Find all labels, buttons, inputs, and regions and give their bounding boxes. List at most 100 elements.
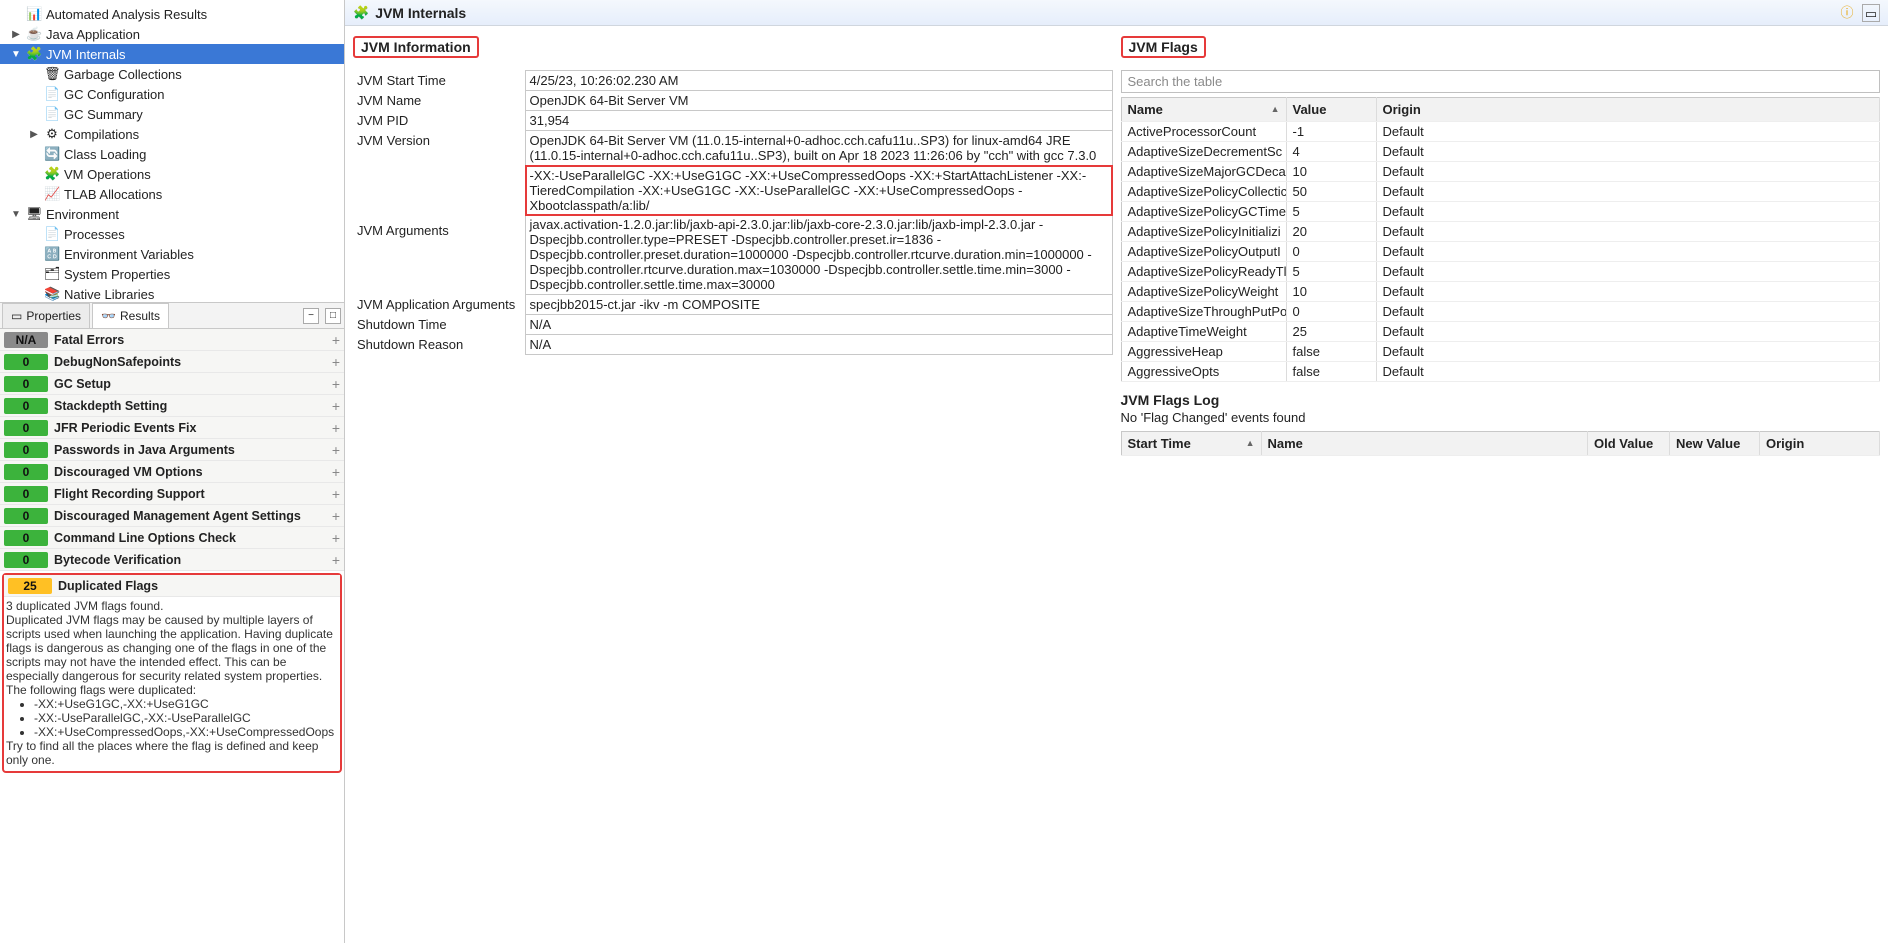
flag-name-cell: AdaptiveSizeThroughPutPo bbox=[1121, 302, 1286, 322]
tab-properties[interactable]: ▭ Properties bbox=[2, 303, 90, 328]
table-row[interactable]: AggressiveOptsfalseDefault bbox=[1121, 362, 1880, 382]
expand-icon[interactable]: + bbox=[332, 420, 340, 436]
tree-node-icon: 🧩 bbox=[44, 166, 60, 182]
flagslog-col-start[interactable]: Start Time▲ bbox=[1121, 432, 1261, 456]
expand-icon[interactable]: + bbox=[332, 332, 340, 348]
expand-icon[interactable]: + bbox=[332, 398, 340, 414]
expand-icon[interactable]: + bbox=[332, 376, 340, 392]
expand-icon[interactable]: + bbox=[332, 464, 340, 480]
result-row[interactable]: 0Stackdepth Setting+ bbox=[0, 395, 344, 417]
table-row[interactable]: AdaptiveSizePolicyCollectic50Default bbox=[1121, 182, 1880, 202]
tree-item[interactable]: ▶⚙Compilations bbox=[0, 124, 344, 144]
result-row[interactable]: 0Flight Recording Support+ bbox=[0, 483, 344, 505]
jvm-app-args-value[interactable]: specjbb2015-ct.jar -ikv -m COMPOSITE bbox=[525, 295, 1112, 315]
table-row[interactable]: AdaptiveSizePolicyWeight10Default bbox=[1121, 282, 1880, 302]
tree-item[interactable]: 🔄Class Loading bbox=[0, 144, 344, 164]
panel-menu-icon[interactable]: ▭ bbox=[1862, 4, 1880, 22]
flags-search-input[interactable] bbox=[1121, 70, 1881, 93]
jvm-start-time-value[interactable]: 4/25/23, 10:26:02.230 AM bbox=[525, 71, 1112, 91]
jvm-arguments-value[interactable]: -XX:-UseParallelGC -XX:+UseG1GC -XX:+Use… bbox=[525, 166, 1112, 295]
jvm-version-value[interactable]: OpenJDK 64-Bit Server VM (11.0.15-intern… bbox=[525, 131, 1112, 166]
flagslog-col-name[interactable]: Name bbox=[1261, 432, 1588, 456]
table-row[interactable]: AdaptiveSizeDecrementSc4Default bbox=[1121, 142, 1880, 162]
twist-icon[interactable]: ▼ bbox=[10, 209, 22, 220]
expand-icon[interactable]: + bbox=[332, 354, 340, 370]
jvm-name-label: JVM Name bbox=[353, 91, 525, 111]
result-row[interactable]: 0Discouraged Management Agent Settings+ bbox=[0, 505, 344, 527]
dup-flag-item: -XX:+UseCompressedOops,-XX:+UseCompresse… bbox=[34, 725, 338, 739]
result-row[interactable]: N/AFatal Errors+ bbox=[0, 329, 344, 351]
flag-origin-cell: Default bbox=[1376, 322, 1880, 342]
result-row[interactable]: 0Command Line Options Check+ bbox=[0, 527, 344, 549]
maximize-view-button[interactable]: □ bbox=[325, 308, 341, 324]
tree-item[interactable]: 📄GC Configuration bbox=[0, 84, 344, 104]
result-label: Stackdepth Setting bbox=[54, 399, 326, 413]
info-icon[interactable]: ⓘ bbox=[1838, 4, 1856, 22]
jvm-start-time-label: JVM Start Time bbox=[353, 71, 525, 91]
jvm-flags-section: JVM Flags Name▲ Value Origin ActiveProce… bbox=[1121, 36, 1881, 933]
result-label: Bytecode Verification bbox=[54, 553, 326, 567]
tree-item[interactable]: ▼🧩JVM Internals bbox=[0, 44, 344, 64]
dup-body: Duplicated JVM flags may be caused by mu… bbox=[6, 613, 338, 697]
table-row[interactable]: AdaptiveSizePolicyReadyTl5Default bbox=[1121, 262, 1880, 282]
table-row[interactable]: AdaptiveSizePolicyGCTime5Default bbox=[1121, 202, 1880, 222]
jvm-pid-value[interactable]: 31,954 bbox=[525, 111, 1112, 131]
expand-icon[interactable]: + bbox=[332, 508, 340, 524]
table-row[interactable]: AdaptiveSizePolicyInitializi20Default bbox=[1121, 222, 1880, 242]
twist-icon[interactable]: ▶ bbox=[10, 29, 22, 40]
result-label: DebugNonSafepoints bbox=[54, 355, 326, 369]
expand-icon[interactable]: + bbox=[332, 486, 340, 502]
result-row[interactable]: 0Bytecode Verification+ bbox=[0, 549, 344, 571]
table-row[interactable]: AdaptiveSizeThroughPutPo0Default bbox=[1121, 302, 1880, 322]
tree-item[interactable]: 📄GC Summary bbox=[0, 104, 344, 124]
tree-item[interactable]: 📚Native Libraries bbox=[0, 284, 344, 303]
result-row[interactable]: 0GC Setup+ bbox=[0, 373, 344, 395]
tree-item[interactable]: 🗂System Properties bbox=[0, 264, 344, 284]
twist-icon[interactable]: ▼ bbox=[10, 49, 22, 60]
tree-item[interactable]: 📊Automated Analysis Results bbox=[0, 4, 344, 24]
result-row[interactable]: 0Passwords in Java Arguments+ bbox=[0, 439, 344, 461]
tree-item[interactable]: 🗑Garbage Collections bbox=[0, 64, 344, 84]
result-label: Flight Recording Support bbox=[54, 487, 326, 501]
tree-item[interactable]: ▶☕Java Application bbox=[0, 24, 344, 44]
flags-col-origin[interactable]: Origin bbox=[1376, 98, 1880, 122]
main-header: 🧩 JVM Internals ⓘ ▭ bbox=[345, 0, 1888, 26]
flag-origin-cell: Default bbox=[1376, 242, 1880, 262]
table-row[interactable]: ActiveProcessorCount-1Default bbox=[1121, 122, 1880, 142]
flags-col-value[interactable]: Value bbox=[1286, 98, 1376, 122]
result-row[interactable]: 0JFR Periodic Events Fix+ bbox=[0, 417, 344, 439]
tab-results[interactable]: 👓 Results bbox=[92, 303, 169, 328]
flagslog-col-origin[interactable]: Origin bbox=[1760, 432, 1880, 456]
result-badge: 0 bbox=[4, 464, 48, 480]
properties-icon: ▭ bbox=[11, 309, 22, 323]
result-label: Fatal Errors bbox=[54, 333, 326, 347]
flag-name-cell: AdaptiveSizeMajorGCDeca bbox=[1121, 162, 1286, 182]
tree-item[interactable]: 🧩VM Operations bbox=[0, 164, 344, 184]
tree-item[interactable]: ▼🖥Environment bbox=[0, 204, 344, 224]
expand-icon[interactable]: + bbox=[332, 442, 340, 458]
result-row[interactable]: 0Discouraged VM Options+ bbox=[0, 461, 344, 483]
shutdown-time-value[interactable]: N/A bbox=[525, 315, 1112, 335]
tree-item[interactable]: 📄Processes bbox=[0, 224, 344, 244]
result-row[interactable]: 0DebugNonSafepoints+ bbox=[0, 351, 344, 373]
minimize-view-button[interactable]: − bbox=[303, 308, 319, 324]
tree-node-icon: 📚 bbox=[44, 286, 60, 302]
table-row[interactable]: AdaptiveSizeMajorGCDeca10Default bbox=[1121, 162, 1880, 182]
flagslog-col-old[interactable]: Old Value bbox=[1588, 432, 1670, 456]
twist-icon[interactable]: ▶ bbox=[28, 129, 40, 140]
flags-col-name[interactable]: Name▲ bbox=[1121, 98, 1286, 122]
flag-value-cell: 20 bbox=[1286, 222, 1376, 242]
jvm-name-value[interactable]: OpenJDK 64-Bit Server VM bbox=[525, 91, 1112, 111]
table-row[interactable]: AdaptiveSizePolicyOutputI0Default bbox=[1121, 242, 1880, 262]
expand-icon[interactable]: + bbox=[332, 530, 340, 546]
tree-item[interactable]: 📈TLAB Allocations bbox=[0, 184, 344, 204]
shutdown-reason-value[interactable]: N/A bbox=[525, 335, 1112, 355]
table-row[interactable]: AdaptiveTimeWeight25Default bbox=[1121, 322, 1880, 342]
result-row[interactable]: 25Duplicated Flags bbox=[4, 575, 340, 597]
jvm-flags-log-title: JVM Flags Log bbox=[1121, 392, 1881, 408]
table-row[interactable]: AggressiveHeapfalseDefault bbox=[1121, 342, 1880, 362]
flagslog-col-new[interactable]: New Value bbox=[1670, 432, 1760, 456]
expand-icon[interactable]: + bbox=[332, 552, 340, 568]
flag-origin-cell: Default bbox=[1376, 202, 1880, 222]
tree-item[interactable]: 🔠Environment Variables bbox=[0, 244, 344, 264]
